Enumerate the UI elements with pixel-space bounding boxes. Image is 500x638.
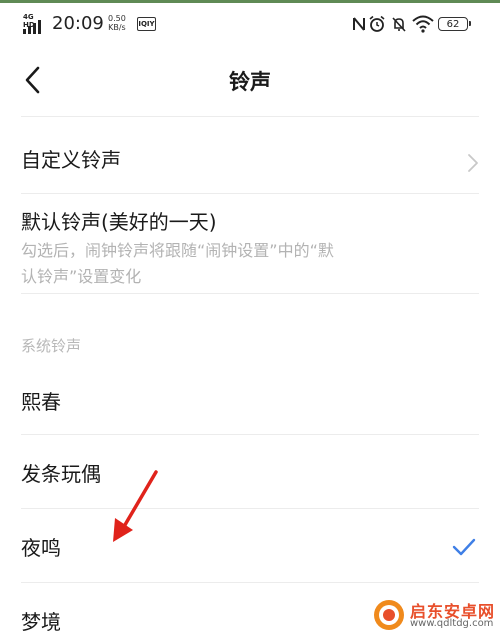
default-ringtone-item[interactable]: 默认铃声(美好的一天) 勾选后，闹钟铃声将跟随“闹钟设置”中的“默 认铃声”设置… [0, 196, 500, 292]
page-header: 铃声 [0, 50, 500, 110]
divider [21, 508, 479, 509]
description-line-1: 勾选后，闹钟铃声将跟随“闹钟设置”中的“默 [21, 241, 334, 260]
divider [21, 116, 479, 117]
status-bar: 4G HD 20:09 0.50 KB/s IQIY 62 [0, 3, 500, 43]
custom-ringtone-item[interactable]: 自定义铃声 [0, 136, 500, 188]
divider [21, 293, 479, 294]
watermark-url: www.qdltdg.com [410, 618, 494, 629]
speed-value: 0.50 [108, 14, 126, 23]
section-header-system-ringtones: 系统铃声 [21, 337, 82, 355]
description-line-2: 认铃声”设置变化 [21, 267, 142, 286]
nfc-icon [353, 17, 365, 31]
chevron-right-icon [468, 154, 478, 172]
ringtone-label: 发条玩偶 [21, 462, 101, 486]
speed-unit: KB/s [108, 23, 126, 32]
mute-bell-icon [392, 17, 406, 32]
watermark: 启东安卓网 www.qdltdg.com [370, 596, 500, 636]
status-time: 20:09 [52, 13, 104, 34]
battery-icon: 62 [438, 17, 471, 31]
ringtone-item-yeming[interactable]: 夜鸣 [0, 524, 500, 580]
divider [21, 193, 479, 194]
watermark-logo-icon [374, 600, 404, 630]
divider [21, 582, 479, 583]
custom-ringtone-label: 自定义铃声 [21, 148, 121, 172]
divider [21, 434, 479, 435]
ringtone-item-fatiaowanou[interactable]: 发条玩偶 [0, 450, 500, 506]
network-speed: 0.50 KB/s [108, 14, 126, 32]
app-notification-icon: IQIY [137, 17, 156, 31]
default-ringtone-label: 默认铃声(美好的一天) [21, 210, 217, 234]
alarm-icon [369, 15, 385, 32]
ringtone-item-xichun[interactable]: 熙春 [0, 378, 500, 434]
ringtone-label: 夜鸣 [21, 536, 61, 560]
wifi-icon [412, 15, 434, 33]
page-title: 铃声 [229, 70, 271, 94]
ringtone-label: 熙春 [21, 390, 61, 414]
signal-icon: 4G HD [23, 13, 47, 34]
check-icon [452, 538, 476, 556]
default-ringtone-description: 勾选后，闹钟铃声将跟随“闹钟设置”中的“默 认铃声”设置变化 [21, 238, 451, 290]
ringtone-label: 梦境 [21, 610, 61, 634]
